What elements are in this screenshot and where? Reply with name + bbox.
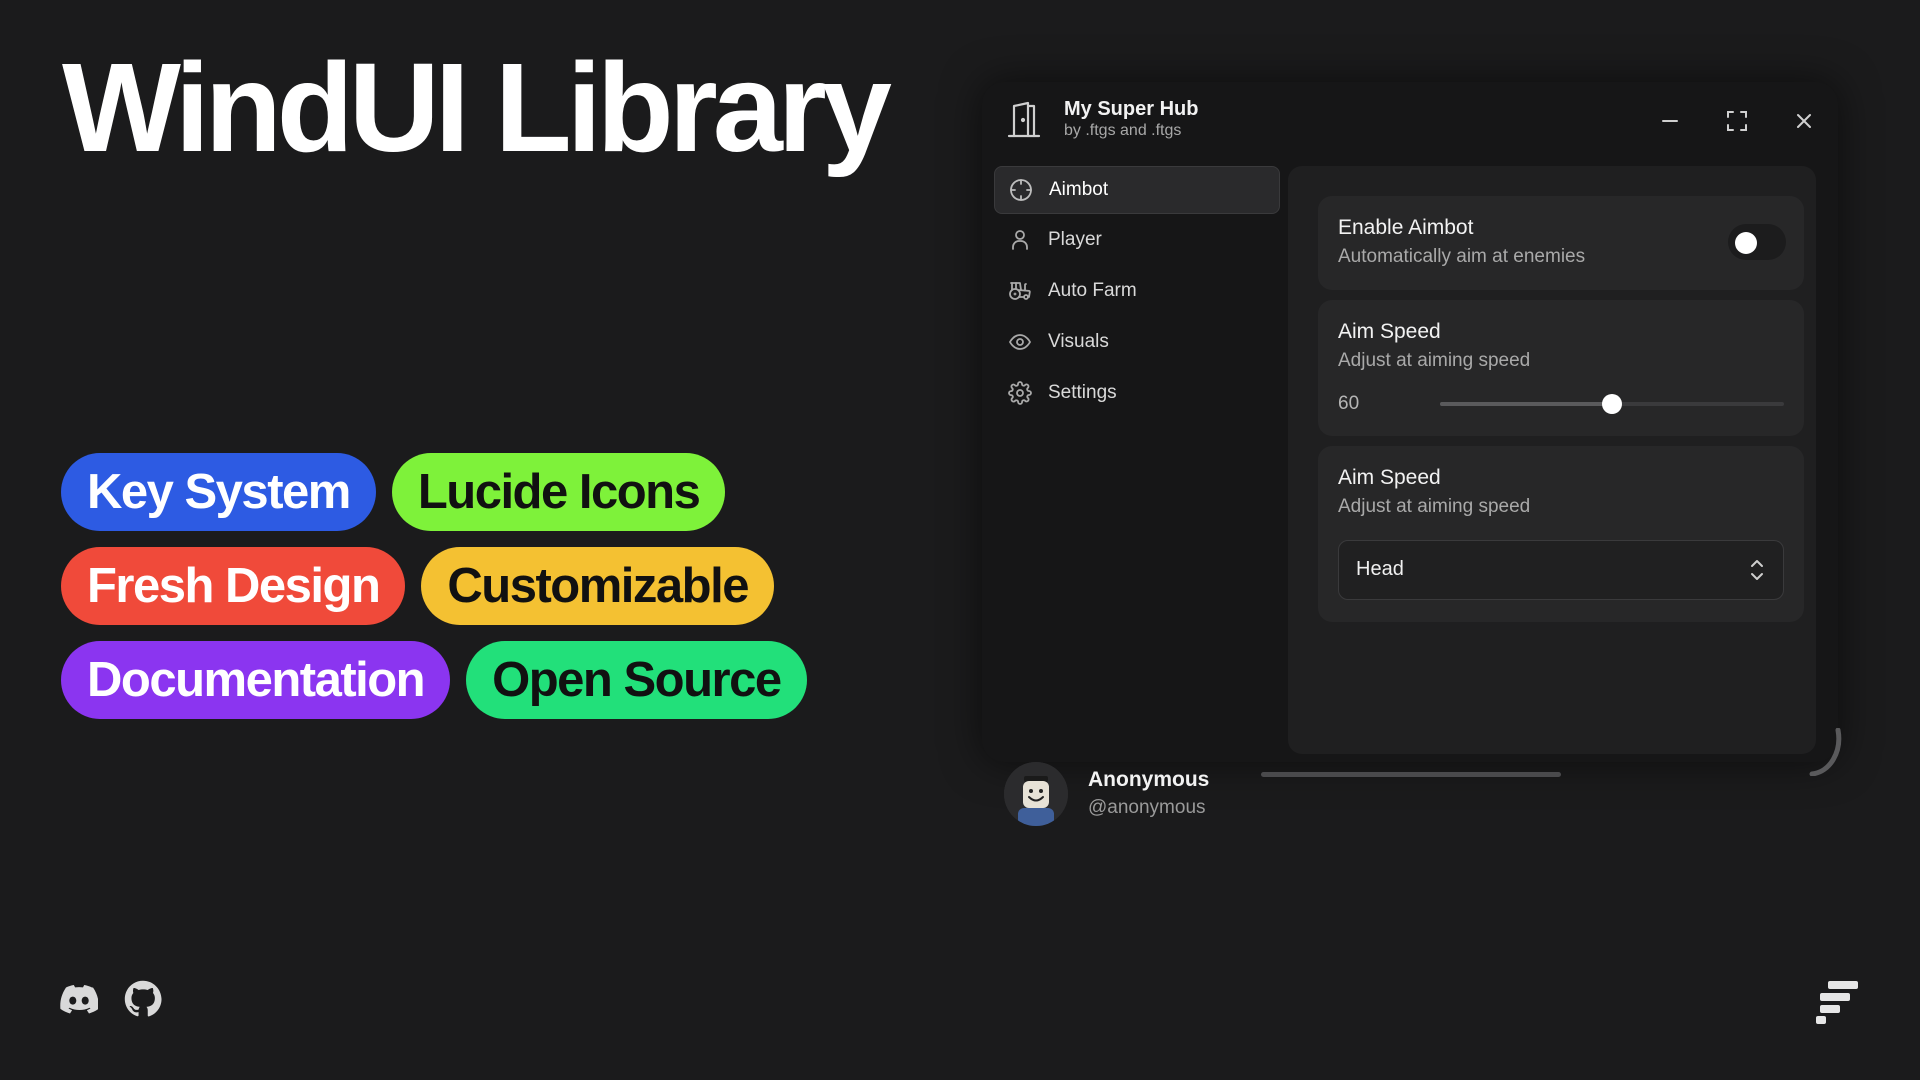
close-icon — [1797, 114, 1811, 128]
feature-row: Documentation Open Source — [61, 641, 821, 719]
social-links — [58, 978, 164, 1020]
slider-card: Aim Speed Adjust at aiming speed 60 — [1318, 300, 1804, 436]
slider-desc: Adjust at aiming speed — [1338, 350, 1531, 371]
tab-content: Enable Aimbot Automatically aim at enemi… — [1288, 166, 1816, 754]
dropdown-selected-value: Head — [1356, 558, 1404, 580]
toggle-knob — [1735, 232, 1757, 254]
sidebar-item-auto-farm[interactable]: Auto Farm — [994, 267, 1280, 315]
user-handle: @anonymous — [1088, 797, 1206, 818]
maximize-button[interactable] — [1718, 102, 1756, 140]
resize-handle[interactable] — [1808, 727, 1848, 777]
slider-fill — [1440, 402, 1612, 406]
sidebar-item-aimbot[interactable]: Aimbot — [994, 166, 1280, 214]
dropdown-desc: Adjust at aiming speed — [1338, 496, 1531, 517]
brand-logo-icon — [1816, 978, 1862, 1024]
dropdown-title: Aim Speed — [1338, 466, 1441, 489]
sidebar-item-visuals[interactable]: Visuals — [994, 318, 1280, 366]
feature-pill-customizable: Customizable — [421, 547, 774, 625]
slider-thumb[interactable] — [1602, 394, 1622, 414]
user-name: Anonymous — [1088, 768, 1210, 791]
aim-speed-slider[interactable] — [1440, 394, 1784, 414]
sidebar-item-label: Settings — [1048, 382, 1117, 403]
window-title: My Super Hub — [1064, 98, 1199, 120]
crosshair-icon — [1009, 178, 1033, 202]
enable-aimbot-toggle[interactable] — [1728, 224, 1786, 260]
sidebar: Aimbot Player Auto Farm Visuals Settings… — [988, 166, 1282, 826]
window-titlebar[interactable]: My Super Hub by .ftgs and .ftgs — [982, 82, 1838, 162]
dropdown-card: Aim Speed Adjust at aiming speed Head — [1318, 446, 1804, 622]
toggle-card: Enable Aimbot Automatically aim at enemi… — [1318, 196, 1804, 290]
sidebar-item-label: Aimbot — [1049, 179, 1109, 200]
settings-icon — [1008, 381, 1032, 405]
feature-row: Fresh Design Customizable — [61, 547, 821, 625]
user-profile: Anonymous @anonymous — [1004, 762, 1274, 828]
feature-pill-documentation: Documentation — [61, 641, 451, 719]
sidebar-item-label: Player — [1048, 229, 1102, 250]
discord-icon[interactable] — [58, 978, 100, 1020]
hero-title: WindUI Library — [62, 37, 892, 178]
sidebar-item-label: Auto Farm — [1048, 280, 1137, 301]
toggle-title: Enable Aimbot — [1338, 216, 1474, 239]
avatar[interactable] — [1004, 762, 1068, 826]
feature-pill-open-source: Open Source — [466, 641, 807, 719]
minimize-icon — [1662, 120, 1678, 122]
feature-pill-fresh-design: Fresh Design — [61, 547, 406, 625]
slider-title: Aim Speed — [1338, 320, 1441, 343]
sidebar-item-label: Visuals — [1048, 331, 1109, 352]
github-icon[interactable] — [122, 978, 164, 1020]
feature-pills: Key System Lucide Icons Fresh Design Cus… — [61, 453, 821, 735]
eye-icon — [1008, 330, 1032, 354]
door-open-icon — [1006, 100, 1042, 140]
tractor-icon — [1008, 279, 1032, 303]
toggle-desc: Automatically aim at enemies — [1338, 246, 1586, 267]
feature-pill-key-system: Key System — [61, 453, 376, 531]
chevrons-up-down-icon — [1745, 557, 1769, 583]
hub-window: My Super Hub by .ftgs and .ftgs Aimbot P… — [982, 82, 1838, 826]
aim-part-dropdown[interactable]: Head — [1338, 540, 1784, 600]
window-drag-bar[interactable] — [1261, 772, 1561, 777]
feature-pill-lucide-icons: Lucide Icons — [391, 453, 726, 531]
minimize-button[interactable] — [1651, 102, 1689, 140]
feature-row: Key System Lucide Icons — [61, 453, 821, 531]
window-subtitle: by .ftgs and .ftgs — [1064, 122, 1182, 139]
sidebar-item-settings[interactable]: Settings — [994, 369, 1280, 417]
user-icon — [1008, 228, 1032, 252]
close-button[interactable] — [1785, 102, 1823, 140]
maximize-icon — [1727, 111, 1747, 131]
sidebar-item-player[interactable]: Player — [994, 216, 1280, 264]
slider-value: 60 — [1338, 393, 1360, 414]
